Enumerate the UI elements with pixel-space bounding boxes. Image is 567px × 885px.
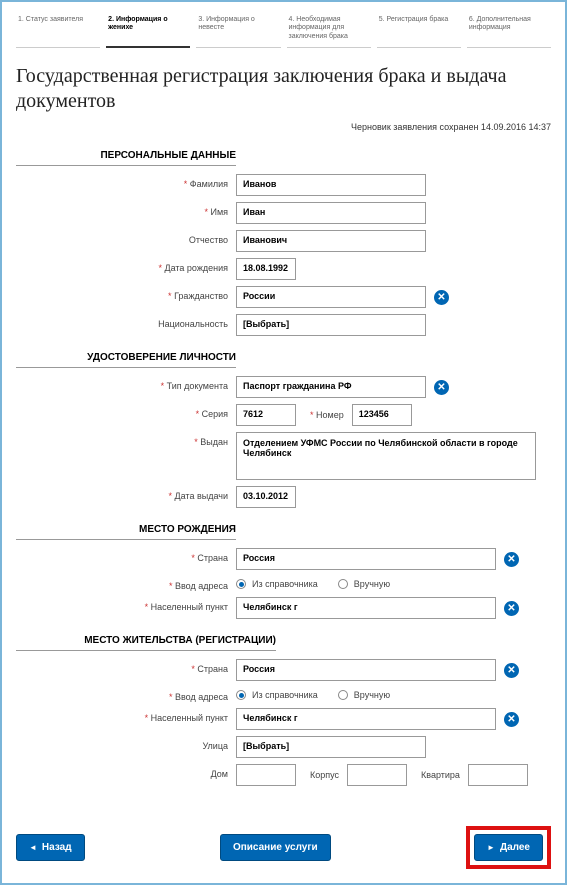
label-number: Номер — [300, 410, 348, 420]
step-6[interactable]: 6. Дополнительная информация — [467, 12, 551, 48]
label-birth-locality: Населенный пункт — [16, 597, 236, 612]
clear-citizenship-icon[interactable] — [434, 290, 449, 305]
label-house: Дом — [16, 764, 236, 779]
issue-date-input[interactable]: 03.10.2012 — [236, 486, 296, 508]
patronymic-input[interactable]: Иванович — [236, 230, 426, 252]
step-2[interactable]: 2. Информация о женихе — [106, 12, 190, 48]
res-street-select[interactable]: [Выбрать] — [236, 736, 426, 758]
birth-locality-select[interactable]: Челябинск г — [236, 597, 496, 619]
section-birthplace: МЕСТО РОЖДЕНИЯ — [16, 518, 236, 540]
label-patronymic: Отчество — [16, 230, 236, 245]
flat-input[interactable] — [468, 764, 528, 786]
back-button-label: Назад — [42, 842, 72, 853]
next-highlight: Далее — [466, 826, 551, 869]
section-residence: МЕСТО ЖИТЕЛЬСТВА (РЕГИСТРАЦИИ) — [16, 629, 276, 651]
label-citizenship: Гражданство — [16, 286, 236, 301]
birth-country-select[interactable]: Россия — [236, 548, 496, 570]
house-input[interactable] — [236, 764, 296, 786]
clear-doctype-icon[interactable] — [434, 380, 449, 395]
back-button[interactable]: Назад — [16, 834, 85, 861]
arrow-right-icon — [487, 842, 495, 853]
next-button-label: Далее — [500, 842, 530, 853]
label-issue-date: Дата выдачи — [16, 486, 236, 501]
clear-res-country-icon[interactable] — [504, 663, 519, 678]
res-locality-select[interactable]: Челябинск г — [236, 708, 496, 730]
birth-addr-radio-directory[interactable] — [236, 579, 246, 589]
step-3[interactable]: 3. Информация о невесте — [196, 12, 280, 48]
label-res-country: Страна — [16, 659, 236, 674]
form-page: 1. Статус заявителя 2. Информация о жени… — [0, 0, 567, 885]
page-title: Государственная регистрация заключения б… — [16, 64, 551, 114]
label-flat: Квартира — [411, 770, 464, 780]
citizenship-select[interactable]: России — [236, 286, 426, 308]
label-nationality: Национальность — [16, 314, 236, 329]
label-birth-country: Страна — [16, 548, 236, 563]
wizard-steps: 1. Статус заявителя 2. Информация о жени… — [16, 12, 551, 48]
next-button[interactable]: Далее — [474, 834, 543, 861]
nationality-select[interactable]: [Выбрать] — [236, 314, 426, 336]
number-input[interactable]: 123456 — [352, 404, 412, 426]
arrow-left-icon — [29, 842, 37, 853]
res-country-select[interactable]: Россия — [236, 659, 496, 681]
res-addr-radio-manual-label: Вручную — [354, 690, 390, 700]
section-identity: УДОСТОВЕРЕНИЕ ЛИЧНОСТИ — [16, 346, 236, 368]
label-issued-by: Выдан — [16, 432, 236, 447]
birth-addr-radio-manual-label: Вручную — [354, 579, 390, 589]
surname-input[interactable]: Иванов — [236, 174, 426, 196]
birthdate-input[interactable]: 18.08.1992 — [236, 258, 296, 280]
label-surname: Фамилия — [16, 174, 236, 189]
label-res-street: Улица — [16, 736, 236, 751]
block-input[interactable] — [347, 764, 407, 786]
label-block: Корпус — [300, 770, 343, 780]
service-description-label: Описание услуги — [233, 842, 318, 853]
label-doctype: Тип документа — [16, 376, 236, 391]
label-res-locality: Населенный пункт — [16, 708, 236, 723]
footer-buttons: Назад Описание услуги Далее — [16, 826, 551, 869]
step-5[interactable]: 5. Регистрация брака — [377, 12, 461, 48]
step-4[interactable]: 4. Необходимая информация для заключения… — [287, 12, 371, 48]
label-birthdate: Дата рождения — [16, 258, 236, 273]
label-res-addr-input: Ввод адреса — [16, 687, 236, 702]
series-input[interactable]: 7612 — [236, 404, 296, 426]
clear-res-locality-icon[interactable] — [504, 712, 519, 727]
label-name: Имя — [16, 202, 236, 217]
res-addr-radio-directory-label: Из справочника — [252, 690, 318, 700]
issued-by-input[interactable]: Отделением УФМС России по Челябинской об… — [236, 432, 536, 480]
birth-addr-radio-directory-label: Из справочника — [252, 579, 318, 589]
birth-addr-radio-manual[interactable] — [338, 579, 348, 589]
clear-birth-locality-icon[interactable] — [504, 601, 519, 616]
service-description-button[interactable]: Описание услуги — [220, 834, 331, 861]
section-personal: ПЕРСОНАЛЬНЫЕ ДАННЫЕ — [16, 144, 236, 166]
draft-saved-note: Черновик заявления сохранен 14.09.2016 1… — [16, 122, 551, 132]
doctype-select[interactable]: Паспорт гражданина РФ — [236, 376, 426, 398]
step-1[interactable]: 1. Статус заявителя — [16, 12, 100, 48]
label-series: Серия — [16, 404, 236, 419]
clear-birth-country-icon[interactable] — [504, 552, 519, 567]
res-addr-radio-directory[interactable] — [236, 690, 246, 700]
name-input[interactable]: Иван — [236, 202, 426, 224]
res-addr-radio-manual[interactable] — [338, 690, 348, 700]
label-birth-addr-input: Ввод адреса — [16, 576, 236, 591]
